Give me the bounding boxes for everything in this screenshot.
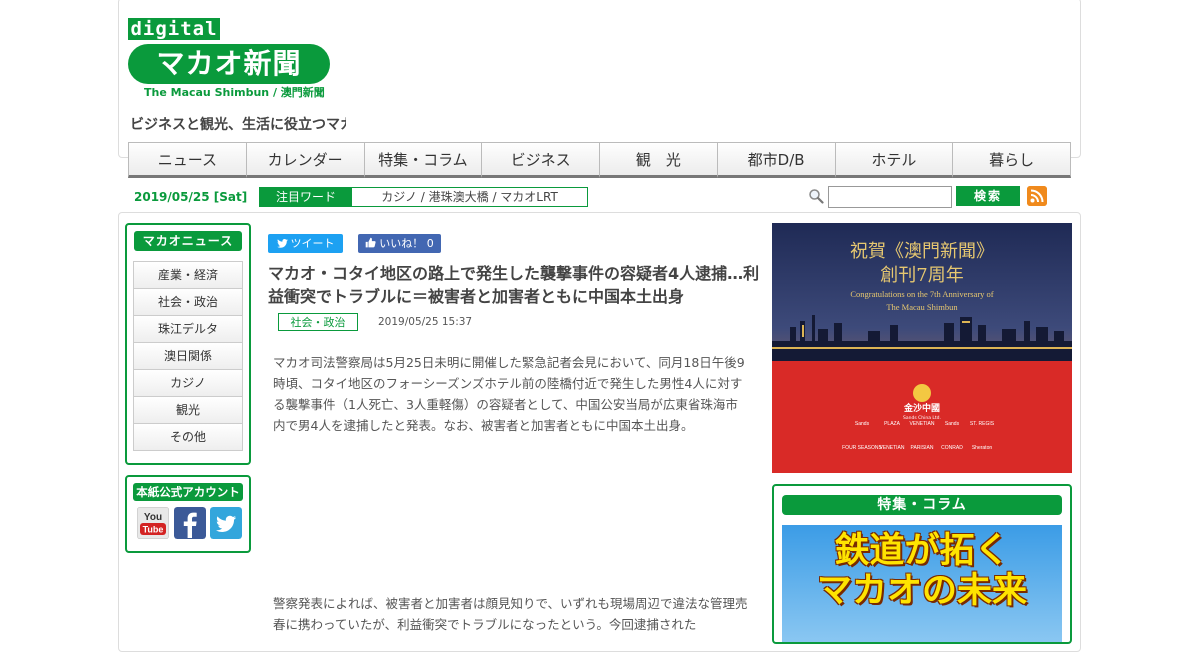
feature-banner[interactable]: 鉄道が拓く マカオの未来	[782, 525, 1062, 642]
nav-item-city-db[interactable]: 都市D/B	[716, 142, 836, 178]
nav-item-calendar[interactable]: カレンダー	[245, 142, 365, 178]
article-category-tag[interactable]: 社会・政治	[278, 313, 358, 331]
ad-logo: CONRAD	[941, 445, 963, 451]
nav-item-news[interactable]: ニュース	[128, 142, 247, 178]
search-button[interactable]: 検索	[956, 186, 1020, 206]
category-economy[interactable]: 産業・経済	[133, 261, 243, 288]
article-paragraph: マカオ司法警察局は5月25日未明に開催した緊急記者会見において、同月18日午後9…	[273, 355, 745, 433]
category-society-politics[interactable]: 社会・政治	[133, 288, 243, 315]
category-pearl-river-delta[interactable]: 珠江デルタ	[133, 315, 243, 342]
article-paragraph: 警察発表によれば、被害者と加害者は顔見知りで、いずれも現場周辺で違法な管理売春に…	[273, 596, 748, 632]
feature-column-heading: 特集・コラム	[782, 495, 1062, 515]
keyword-links[interactable]: カジノ / 港珠澳大橋 / マカオLRT	[352, 188, 587, 206]
ad-line1: 祝賀《澳門新聞》	[850, 241, 994, 262]
article-date: 2019/05/25 15:37	[378, 316, 473, 328]
ad-brand: 金沙中國	[903, 402, 940, 414]
youtube-icon-you: You	[144, 512, 162, 523]
nav-item-features[interactable]: 特集・コラム	[363, 142, 483, 178]
sands-emblem-icon	[913, 384, 931, 402]
site-logo[interactable]: digital マカオ新聞 The Macau Shimbun / 澳門新聞	[128, 18, 346, 100]
official-accounts-heading: 本紙公式アカウント	[133, 483, 243, 501]
official-accounts-box: 本紙公式アカウント You Tube	[125, 475, 251, 553]
youtube-icon-tube: Tube	[143, 525, 164, 535]
feature-line1: 鉄道が拓く	[834, 531, 1010, 571]
facebook-icon[interactable]	[174, 507, 206, 539]
nav-item-tourism[interactable]: 観 光	[599, 142, 718, 178]
ad-logo: ST. REGIS	[970, 421, 995, 427]
facebook-like-button[interactable]: いいね！ 0	[358, 234, 441, 253]
keyword-bar: 注目ワード カジノ / 港珠澳大橋 / マカオLRT	[259, 187, 588, 207]
current-date: 2019/05/25 [Sat]	[134, 190, 248, 204]
news-category-heading: マカオニュース	[134, 231, 242, 251]
feature-column-box: 特集・コラム 鉄道が拓く マカオの未来	[772, 484, 1072, 644]
category-other[interactable]: その他	[133, 423, 243, 451]
article-title: マカオ・コタイ地区の路上で発生した襲撃事件の容疑者4人逮捕…利益衝突でトラブルに…	[268, 264, 760, 306]
main-nav: ニュース カレンダー 特集・コラム ビジネス 観 光 都市D/B ホテル 暮らし	[128, 142, 1071, 180]
site-tagline: ビジネスと観光、生活に役立つマカ	[130, 117, 346, 133]
ad-line2: 創刊7周年	[880, 265, 963, 286]
search-input[interactable]	[828, 186, 952, 208]
ad-logo: Sheraton	[972, 445, 993, 451]
nav-item-hotels[interactable]: ホテル	[834, 142, 954, 178]
feature-line2: マカオの未来	[816, 571, 1027, 611]
category-casino[interactable]: カジノ	[133, 369, 243, 396]
category-tourism[interactable]: 観光	[133, 396, 243, 423]
logo-subtitle: The Macau Shimbun / 澳門新聞	[144, 86, 325, 99]
nav-item-living[interactable]: 暮らし	[952, 142, 1071, 178]
tweet-label: ツイート	[290, 237, 335, 250]
ad-logo: VENETIAN	[909, 421, 934, 427]
youtube-icon[interactable]: You Tube	[137, 507, 169, 539]
twitter-bird-icon	[276, 239, 288, 248]
ad-logo: PARISIAN	[911, 445, 934, 451]
news-category-list: 産業・経済 社会・政治 珠江デルタ 澳日関係 カジノ 観光 その他	[133, 261, 243, 451]
ad-logo: PLAZA	[884, 421, 901, 427]
category-macau-japan[interactable]: 澳日関係	[133, 342, 243, 369]
ad-logo: FOUR SEASONS	[842, 445, 882, 451]
ad-line3: Congratulations on the 7th Anniversary o…	[850, 289, 993, 299]
ad-banner-graphic: 祝賀《澳門新聞》 創刊7周年 Congratulations on the 7t…	[772, 223, 1072, 473]
ad-line4: The Macau Shimbun	[886, 302, 958, 312]
anniversary-ad-banner[interactable]: 祝賀《澳門新聞》 創刊7周年 Congratulations on the 7t…	[772, 223, 1072, 473]
logo-digital-text: digital	[128, 18, 220, 40]
ad-logo: VENETIAN	[879, 445, 904, 451]
twitter-icon[interactable]	[210, 507, 242, 539]
tweet-button[interactable]: ツイート	[268, 234, 343, 253]
ad-logo: Sands	[945, 421, 960, 427]
search-icon	[809, 189, 824, 204]
nav-item-business[interactable]: ビジネス	[481, 142, 600, 178]
like-label: いいね！ 0	[379, 237, 434, 250]
keyword-label: 注目ワード	[260, 188, 352, 206]
rss-icon[interactable]	[1027, 186, 1047, 206]
news-category-box: マカオニュース 産業・経済 社会・政治 珠江デルタ 澳日関係 カジノ 観光 その…	[125, 223, 251, 465]
logo-main-text: マカオ新聞	[128, 44, 330, 84]
ad-logo: Sands	[855, 421, 870, 427]
thumbs-up-icon	[365, 237, 376, 248]
